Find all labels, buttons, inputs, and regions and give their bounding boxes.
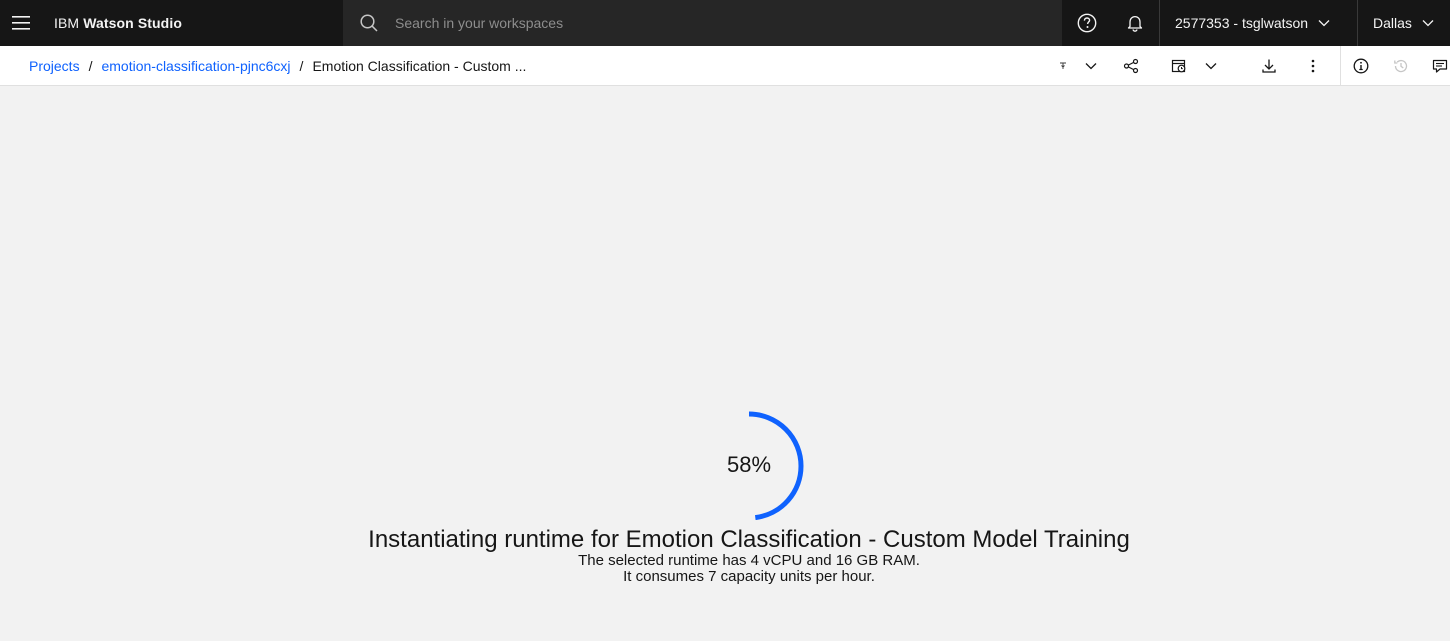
notebook-toolbar: Projects / emotion-classification-pjnc6c… — [0, 46, 1450, 86]
search-bar — [343, 0, 1062, 46]
version-history-icon[interactable] — [1385, 46, 1417, 86]
information-icon[interactable] — [1345, 46, 1377, 86]
breadcrumb-project[interactable]: emotion-classification-pjnc6cxj — [101, 58, 290, 74]
breadcrumb-projects[interactable]: Projects — [29, 58, 80, 74]
overflow-menu-icon[interactable] — [1297, 46, 1329, 86]
menu-icon[interactable] — [0, 0, 42, 46]
capacity-units-text: It consumes 7 capacity units per hour. — [623, 568, 875, 585]
brand-prefix: IBM — [54, 15, 80, 31]
breadcrumb-current: Emotion Classification - Custom ... — [312, 58, 527, 74]
schedule-job-icon[interactable] — [1163, 46, 1195, 86]
help-icon[interactable] — [1063, 0, 1111, 46]
runtime-spec-text: The selected runtime has 4 vCPU and 16 G… — [578, 552, 920, 569]
account-switcher[interactable]: 2577353 - tsglwatson — [1160, 0, 1357, 46]
breadcrumb-separator: / — [88, 58, 93, 74]
share-icon[interactable] — [1115, 46, 1147, 86]
search-icon[interactable] — [343, 14, 395, 32]
product-name[interactable]: IBM Watson Studio — [42, 15, 343, 31]
chevron-down-icon — [1318, 19, 1330, 27]
chevron-down-icon[interactable] — [1195, 46, 1227, 86]
download-icon[interactable] — [1253, 46, 1285, 86]
brand-name: Watson Studio — [83, 15, 182, 31]
breadcrumb: Projects / emotion-classification-pjnc6c… — [29, 46, 526, 86]
breadcrumb-separator: / — [299, 58, 304, 74]
search-input[interactable] — [395, 15, 1035, 31]
notification-icon[interactable] — [1111, 0, 1159, 46]
comments-icon[interactable] — [1424, 46, 1450, 86]
loading-title: Instantiating runtime for Emotion Classi… — [368, 526, 1130, 553]
progress-percent: 58% — [726, 452, 772, 477]
region-switcher[interactable]: Dallas — [1358, 0, 1450, 46]
chevron-down-icon[interactable] — [1075, 46, 1107, 86]
account-label: 2577353 - tsglwatson — [1175, 15, 1309, 31]
chevron-down-icon — [1422, 19, 1434, 27]
region-label: Dallas — [1373, 15, 1412, 31]
toolbar-divider — [1340, 46, 1341, 86]
